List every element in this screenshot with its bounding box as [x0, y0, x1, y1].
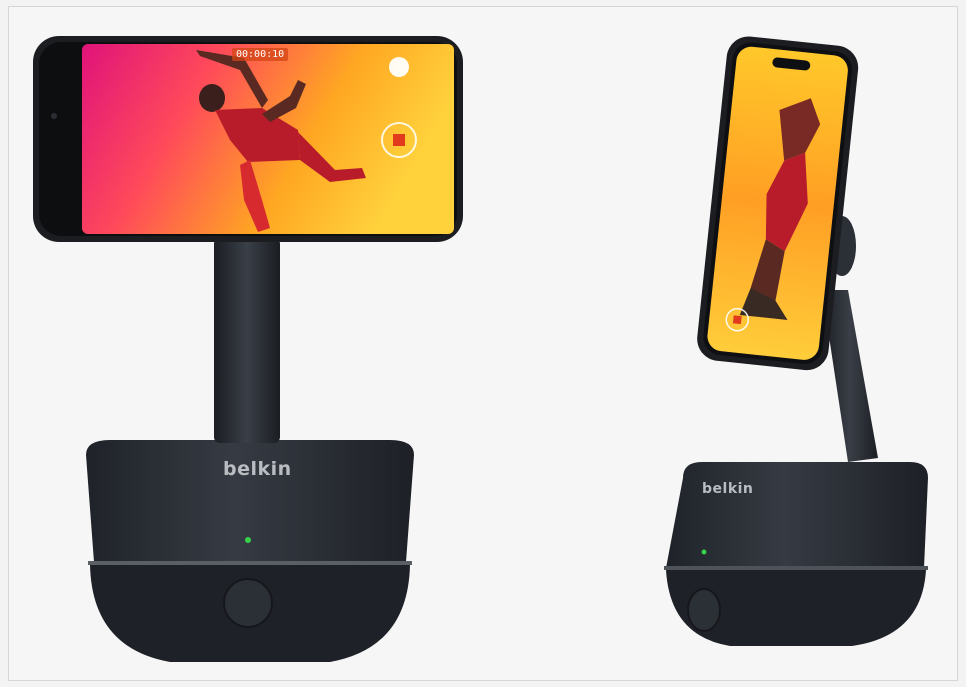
record-stop-icon-left [393, 134, 405, 146]
power-button-left [223, 578, 273, 628]
tracking-stand-right [664, 36, 928, 646]
brand-logo-right: belkin [702, 481, 754, 497]
record-stop-icon-right [732, 315, 742, 325]
power-button-right [687, 588, 721, 632]
tracking-stand-left [33, 36, 463, 662]
status-led-left [245, 537, 251, 543]
camera-notch-left [51, 113, 57, 119]
brand-logo-left: belkin [223, 458, 292, 480]
status-led-right [701, 549, 707, 555]
stand-arm-left [214, 238, 280, 443]
record-toggle-left [389, 57, 409, 77]
recording-timer-left: 00:00:10 [232, 48, 289, 61]
product-scene [33, 36, 928, 662]
